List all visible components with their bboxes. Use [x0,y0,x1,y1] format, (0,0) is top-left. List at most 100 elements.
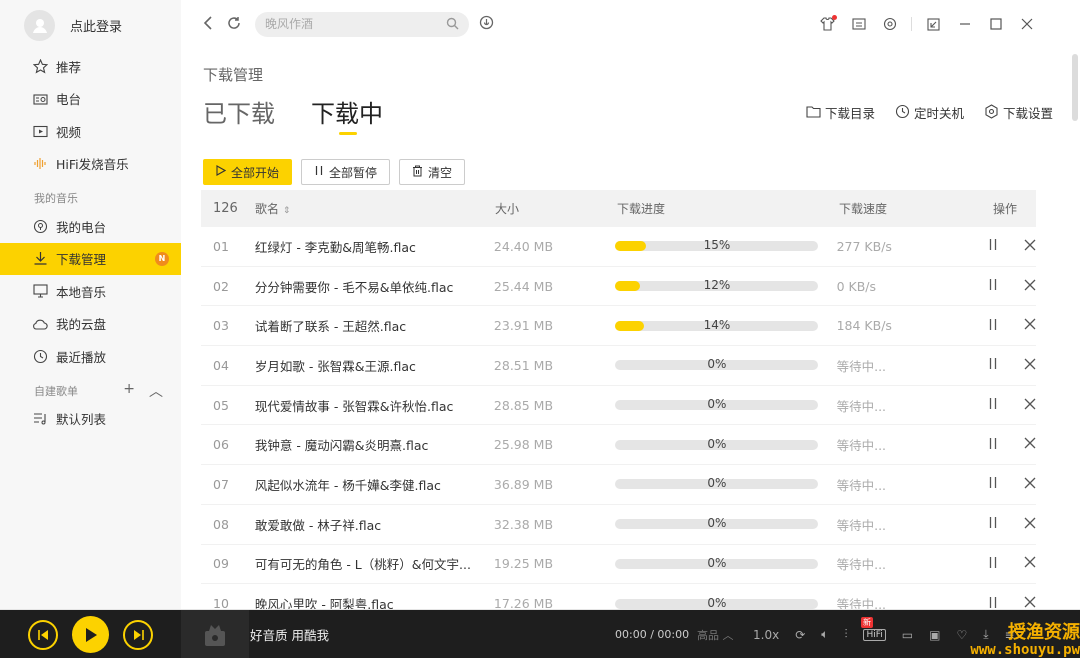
pause-icon[interactable] [988,397,998,413]
progress-cell: 0% [615,357,836,371]
start-all-button[interactable]: 全部开始 [203,159,293,185]
song-name[interactable]: 岁月如歌 - 张智霖&王源.flac [255,356,494,375]
table-row[interactable]: 09 可有可无的角色 - L（桃籽）&何文宇... 19.25 MB 0% 等待中... [201,545,1036,585]
tab-downloaded[interactable]: 已下载 [203,94,275,129]
maximize-icon[interactable] [980,14,1011,34]
row-actions [988,357,1036,373]
login-text[interactable]: 点此登录 [70,16,122,35]
sidebar-item[interactable]: 我的云盘 [0,308,181,341]
repeat-icon[interactable]: ⟳ [795,628,805,642]
settings-icon[interactable] [874,14,905,34]
shrink-icon[interactable] [918,14,949,34]
like-icon[interactable]: ♡ [956,628,967,642]
sort-icon[interactable]: ⇕ [283,206,291,216]
close-icon[interactable] [1024,517,1036,532]
sidebar-item[interactable]: 我的电台 [0,210,181,243]
table-row[interactable]: 06 我钟意 - 魔动闪霸&炎明熹.flac 25.98 MB 0% 等待中... [201,425,1036,466]
previous-button[interactable] [28,619,58,650]
sidebar-item-label: 视频 [56,124,82,140]
close-icon[interactable] [1024,318,1036,333]
speed-control[interactable]: 1.0x [753,628,779,642]
song-name[interactable]: 红绿灯 - 李克勤&周笔畅.flac [255,237,494,256]
playlist-icon [32,411,48,427]
pause-icon[interactable] [988,476,998,492]
close-icon[interactable] [1024,437,1036,452]
row-actions [988,318,1036,334]
close-icon[interactable] [1024,556,1036,571]
close-window-icon[interactable] [1011,14,1042,34]
clear-button[interactable]: 清空 [399,159,466,185]
table-row[interactable]: 02 分分钟需要你 - 毛不易&单依纯.flac 25.44 MB 12% 0 KB/s [201,267,1036,307]
hifi-badge[interactable]: HiFi [863,628,886,641]
song-name[interactable]: 试着断了联系 - 王超然.flac [255,316,494,335]
download-dir-button[interactable]: 下载目录 [806,103,875,122]
row-number: 09 [213,556,229,572]
close-icon[interactable] [1024,279,1036,294]
pause-icon[interactable] [988,357,998,373]
sidebar-item[interactable]: 下载管理 N [0,242,181,275]
mini-mode-icon[interactable] [843,14,874,34]
close-icon[interactable] [1024,398,1036,413]
sidebar-item[interactable]: 最近播放 [0,340,181,373]
pause-icon[interactable] [988,238,998,254]
user-login[interactable]: 点此登录 [0,0,181,50]
skin-icon[interactable] [812,14,843,34]
table-row[interactable]: 05 现代爱情故事 - 张智霖&许秋怡.flac 28.85 MB 0% 等待中... [201,386,1036,426]
watermark-cn: 授渔资源 [1008,621,1080,643]
tab-downloading[interactable]: 下载中 [311,94,383,135]
pause-icon[interactable] [988,318,998,334]
table-row[interactable]: 01 红绿灯 - 李克勤&周笔畅.flac 24.40 MB 15% 277 KB/s [201,227,1036,267]
table-row[interactable]: 03 试着断了联系 - 王超然.flac 23.91 MB 14% 184 KB/s [201,306,1036,347]
comment-icon[interactable]: ▭ [902,628,913,642]
pause-all-button[interactable]: 全部暂停 [301,159,391,185]
song-name[interactable]: 我钟意 - 魔动闪霸&炎明熹.flac [255,435,494,454]
pause-icon[interactable] [988,278,998,294]
collapse-icon[interactable]: ︿ [149,381,163,401]
file-size: 36.89 MB [493,476,554,492]
close-icon[interactable] [1024,477,1036,492]
song-name[interactable]: 分分钟需要你 - 毛不易&单依纯.flac [255,277,494,296]
song-name[interactable]: 敢爱敢做 - 林子祥.flac [255,515,494,534]
search-icon[interactable] [446,17,459,34]
pause-icon[interactable] [988,437,998,453]
sidebar-item[interactable]: 视频 [0,115,181,148]
album-cover[interactable] [181,610,249,658]
progress-cell: 0% [615,437,836,451]
sidebar-item[interactable]: 本地音乐 [0,275,181,308]
sidebar-item[interactable]: HiFi发烧音乐 [0,148,181,181]
close-icon[interactable] [1024,239,1036,254]
table-row[interactable]: 07 风起似水流年 - 杨千嬅&李健.flac 36.89 MB 0% 等待中... [201,465,1036,505]
progress-bar: 15% [615,238,819,252]
play-button[interactable] [72,616,109,653]
download-settings-button[interactable]: 下载设置 [984,103,1053,122]
refresh-icon[interactable] [227,15,241,34]
header-name-label: 歌名 [255,202,280,216]
scrollbar[interactable] [1072,54,1078,121]
avatar[interactable] [24,9,55,41]
table-row[interactable]: 04 岁月如歌 - 张智霖&王源.flac 28.51 MB 0% 等待中... [201,346,1036,386]
close-icon[interactable] [1024,358,1036,373]
quality-select[interactable]: 高品 ︿ [697,627,734,643]
song-name[interactable]: 现代爱情故事 - 张智霖&许秋怡.flac [255,396,494,415]
pause-icon[interactable] [988,516,998,532]
equalizer-icon[interactable]: ⫶ [844,627,847,642]
add-playlist-icon[interactable]: + [123,381,135,401]
sidebar-item[interactable]: 推荐 [0,50,181,83]
search-input[interactable] [265,17,435,31]
song-label[interactable]: 好音质 用酷我 [250,625,329,644]
mv-icon[interactable]: ▣ [929,628,940,642]
song-name[interactable]: 风起似水流年 - 杨千嬅&李健.flac [255,475,494,494]
pause-icon[interactable] [988,556,998,572]
song-name[interactable]: 可有可无的角色 - L（桃籽）&何文宇... [255,554,494,573]
sidebar-item[interactable]: 电台 [0,83,181,116]
shutdown-timer-button[interactable]: 定时关机 [895,103,964,122]
search-box[interactable] [255,11,469,37]
minimize-icon[interactable] [949,14,980,34]
sidebar-item[interactable]: 默认列表 [0,403,181,436]
back-icon[interactable] [203,15,213,34]
voice-search-icon[interactable] [479,15,494,34]
volume-icon[interactable]: 🔈︎ [821,627,828,642]
header-name[interactable]: 歌名 ⇕ [255,200,495,217]
table-row[interactable]: 08 敢爱敢做 - 林子祥.flac 32.38 MB 0% 等待中... [201,505,1036,545]
next-button[interactable] [123,619,153,650]
